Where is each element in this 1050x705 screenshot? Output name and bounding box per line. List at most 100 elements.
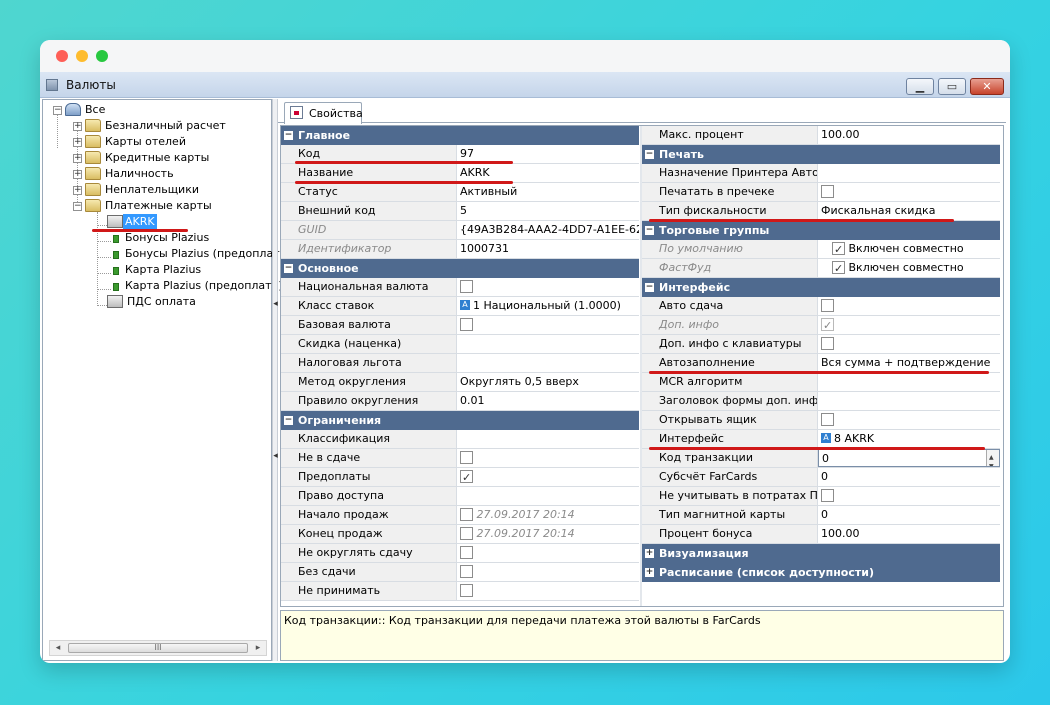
- property-value[interactable]: [818, 183, 1000, 201]
- property-value[interactable]: 0: [818, 468, 1000, 486]
- property-value[interactable]: 100.00: [818, 126, 1000, 144]
- checkbox-checked[interactable]: [460, 469, 473, 486]
- close-dot-icon[interactable]: [56, 50, 68, 62]
- property-row[interactable]: Базовая валюта: [281, 316, 639, 335]
- minimize-dot-icon[interactable]: [76, 50, 88, 62]
- maximize-button[interactable]: ▭: [938, 78, 966, 95]
- category-schedule[interactable]: + Расписание (список доступности): [642, 563, 1000, 582]
- property-value[interactable]: A8 AKRK: [818, 430, 1000, 448]
- checkbox[interactable]: [460, 526, 473, 540]
- scroll-right-icon[interactable]: ▸: [251, 642, 265, 654]
- property-value[interactable]: [818, 411, 1000, 429]
- property-value[interactable]: AKRK: [457, 164, 639, 182]
- category-print[interactable]: − Печать: [642, 145, 1000, 164]
- property-value[interactable]: [818, 392, 1000, 410]
- checkbox[interactable]: [460, 583, 473, 597]
- property-row[interactable]: Правило округления 0.01: [281, 392, 639, 411]
- property-row[interactable]: Класс ставок A1 Национальный (1.0000): [281, 297, 639, 316]
- category-visualization[interactable]: + Визуализация: [642, 544, 1000, 563]
- property-row[interactable]: Заголовок формы доп. инфо: [642, 392, 1000, 411]
- collapse-icon[interactable]: −: [645, 150, 654, 159]
- property-value[interactable]: 27.09.2017 20:14: [457, 525, 639, 543]
- collapse-icon[interactable]: −: [645, 283, 654, 292]
- property-row[interactable]: По умолчанию Включен совместно: [642, 240, 1000, 259]
- category-basic[interactable]: − Основное: [281, 259, 639, 278]
- property-row[interactable]: Тип магнитной карты 0: [642, 506, 1000, 525]
- checkbox-checked[interactable]: [832, 241, 845, 258]
- expand-icon[interactable]: +: [73, 138, 82, 147]
- property-row[interactable]: Право доступа: [281, 487, 639, 506]
- checkbox[interactable]: [460, 450, 473, 464]
- expand-icon[interactable]: +: [645, 568, 654, 577]
- checkbox[interactable]: [821, 488, 834, 502]
- property-value[interactable]: [818, 316, 1000, 334]
- property-value[interactable]: A1 Национальный (1.0000): [457, 297, 639, 315]
- checkbox[interactable]: [460, 507, 473, 521]
- expand-icon[interactable]: +: [73, 154, 82, 163]
- property-row[interactable]: Начало продаж 27.09.2017 20:14: [281, 506, 639, 525]
- checkbox[interactable]: [460, 317, 473, 331]
- zoom-dot-icon[interactable]: [96, 50, 108, 62]
- property-row[interactable]: Назначение Принтера Автори:: [642, 164, 1000, 183]
- property-value[interactable]: 0.01: [457, 392, 639, 410]
- property-row[interactable]: Авто сдача: [642, 297, 1000, 316]
- transaction-code-input[interactable]: 0: [818, 449, 1000, 467]
- collapse-icon[interactable]: −: [73, 202, 82, 211]
- minimize-button[interactable]: ▁: [906, 78, 934, 95]
- property-row[interactable]: Налоговая льгота: [281, 354, 639, 373]
- property-row[interactable]: Процент бонуса 100.00: [642, 525, 1000, 544]
- property-value[interactable]: [457, 278, 639, 296]
- property-row[interactable]: Идентификатор 1000731: [281, 240, 639, 259]
- property-row[interactable]: Статус Активный: [281, 183, 639, 202]
- property-row[interactable]: Макс. процент 100.00: [642, 126, 1000, 145]
- spin-updown-icon[interactable]: [986, 450, 999, 466]
- property-value[interactable]: Округлять 0,5 вверх: [457, 373, 639, 391]
- tab-properties[interactable]: Свойства: [284, 102, 363, 124]
- checkbox[interactable]: [460, 564, 473, 578]
- property-value[interactable]: 0: [818, 506, 1000, 524]
- property-row[interactable]: Не округлять сдачу: [281, 544, 639, 563]
- property-value[interactable]: [818, 487, 1000, 505]
- checkbox-checked[interactable]: [832, 260, 845, 277]
- property-row[interactable]: Без сдачи: [281, 563, 639, 582]
- collapse-icon[interactable]: −: [284, 416, 293, 425]
- property-value[interactable]: Активный: [457, 183, 639, 201]
- property-row[interactable]: Доп. инфо: [642, 316, 1000, 335]
- property-row[interactable]: Не учитывать в потратах ПДС: [642, 487, 1000, 506]
- property-row[interactable]: Предоплаты: [281, 468, 639, 487]
- property-value[interactable]: [457, 544, 639, 562]
- property-value[interactable]: [457, 316, 639, 334]
- category-main[interactable]: − Главное: [281, 126, 639, 145]
- property-value[interactable]: [818, 297, 1000, 315]
- property-value[interactable]: 5: [457, 202, 639, 220]
- collapse-icon[interactable]: −: [284, 264, 293, 273]
- property-value[interactable]: 100.00: [818, 525, 1000, 543]
- property-value[interactable]: Включен совместно: [818, 259, 1000, 277]
- checkbox[interactable]: [821, 184, 834, 198]
- property-value[interactable]: Включен совместно: [818, 240, 1000, 258]
- property-row[interactable]: Код транзакции 0: [642, 449, 1000, 468]
- property-value[interactable]: [457, 487, 639, 505]
- property-value[interactable]: [818, 335, 1000, 353]
- property-value[interactable]: [457, 582, 639, 600]
- property-value[interactable]: [457, 335, 639, 353]
- splitter-arrow-icon[interactable]: ◂: [273, 299, 278, 309]
- scroll-left-icon[interactable]: ◂: [51, 642, 65, 654]
- property-row[interactable]: Доп. инфо с клавиатуры: [642, 335, 1000, 354]
- property-row[interactable]: Скидка (наценка): [281, 335, 639, 354]
- property-row[interactable]: Субсчёт FarCards 0: [642, 468, 1000, 487]
- property-row[interactable]: Классификация: [281, 430, 639, 449]
- property-value[interactable]: [818, 373, 1000, 391]
- collapse-icon[interactable]: −: [53, 106, 62, 115]
- expand-icon[interactable]: +: [645, 549, 654, 558]
- property-row[interactable]: Внешний код 5: [281, 202, 639, 221]
- checkbox[interactable]: [460, 279, 473, 293]
- property-value[interactable]: [457, 468, 639, 486]
- category-interface[interactable]: − Интерфейс: [642, 278, 1000, 297]
- checkbox[interactable]: [821, 298, 834, 312]
- property-value[interactable]: [818, 164, 1000, 182]
- property-value[interactable]: Фискальная скидка: [818, 202, 1000, 220]
- scroll-thumb[interactable]: III: [68, 643, 248, 653]
- property-value[interactable]: [457, 449, 639, 467]
- collapse-icon[interactable]: −: [284, 131, 293, 140]
